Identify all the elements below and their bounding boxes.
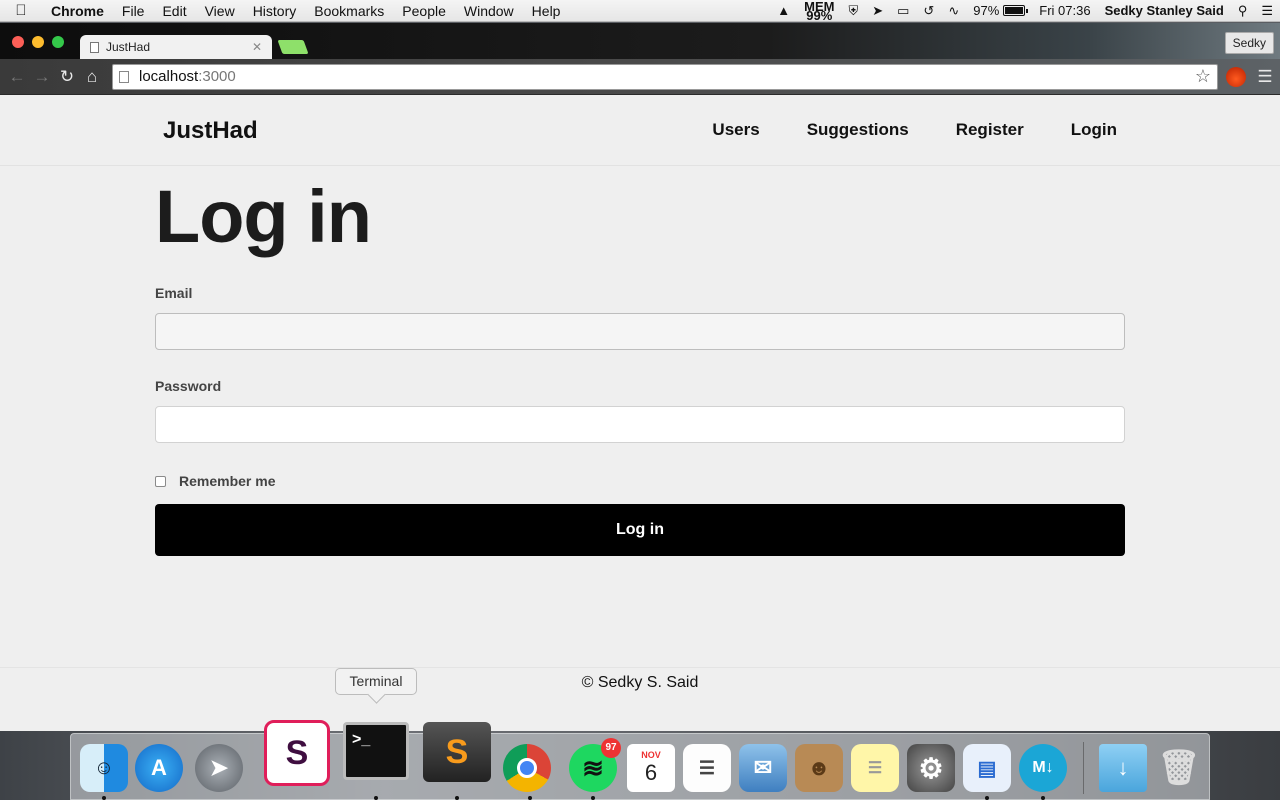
page-title: Log in [155,175,372,258]
url-port: :3000 [198,68,236,85]
slack-icon[interactable]: S [264,720,330,786]
notification-center-icon[interactable]: ☰ [1254,3,1280,19]
menu-edit[interactable]: Edit [153,3,195,19]
sublime-text-icon[interactable]: S [423,722,491,782]
site-brand[interactable]: JustHad [163,117,258,145]
remember-me-checkbox[interactable] [155,475,166,487]
calendar-month: NOV [641,750,661,760]
apple-icon[interactable]:  [0,2,42,19]
launchpad-rocket-icon[interactable]: ➤ [195,744,243,792]
url-host: localhost [139,68,199,85]
app-store-icon[interactable]: A [135,744,183,792]
password-label: Password [155,378,222,394]
site-header: JustHad Users Suggestions Register Login [0,95,1280,166]
minimize-window-button[interactable] [32,36,44,48]
menu-bar:  Chrome File Edit View History Bookmark… [0,0,1280,22]
system-preferences-gear-icon[interactable]: ⚙ [907,744,955,792]
web-page: JustHad Users Suggestions Register Login… [0,95,1280,731]
menu-help[interactable]: Help [523,3,570,19]
forward-arrow-icon[interactable]: → [31,66,53,88]
dock-tooltip: Terminal [335,668,417,695]
site-footer: © Sedky S. Said [0,667,1280,692]
spotify-badge: 97 [601,738,621,758]
running-indicator [102,796,106,800]
nav-login[interactable]: Login [1071,120,1117,140]
menu-file[interactable]: File [113,3,154,19]
markdown-editor-icon[interactable]: M↓ [1019,744,1067,792]
nav-suggestions[interactable]: Suggestions [807,120,909,140]
reload-icon[interactable]: ↻ [56,66,78,88]
downloads-folder-icon[interactable]: ↓ [1099,744,1147,792]
calendar-day: 6 [644,760,658,785]
running-indicator [591,796,595,800]
terminal-icon[interactable]: >_ [343,722,409,780]
battery-status[interactable]: 97% [966,3,1032,18]
trash-icon[interactable]: 🗑 [1155,744,1203,792]
close-window-button[interactable] [12,36,24,48]
calendar-icon[interactable]: NOV 6 [627,744,675,792]
home-icon[interactable]: ⌂ [81,66,103,88]
running-indicator [1041,796,1045,800]
menu-history[interactable]: History [244,3,306,19]
menu-app-name[interactable]: Chrome [42,3,113,19]
back-arrow-icon[interactable]: ← [6,66,28,88]
time-machine-icon[interactable]: ↺ [916,3,941,19]
login-button[interactable]: Log in [155,504,1125,556]
dock: ☺ A ➤ S >_ S ≋ 97 NOV 6 ☰ ✉ ☻ ☰ ⚙ ▤ M↓ ↓… [70,720,1210,800]
browser-toolbar: ← → ↻ ⌂ localhost:3000 ☆ ☰ [0,59,1280,95]
spotlight-search-icon[interactable]: ⚲ [1231,3,1255,19]
title-bar: JustHad ✕ Sedky [0,23,1280,59]
running-indicator [455,796,459,800]
zoom-window-button[interactable] [52,36,64,48]
running-indicator [374,796,378,800]
wifi-icon[interactable]: ∿ [941,3,966,19]
keynote-icon[interactable]: ▤ [963,744,1011,792]
tab-close-icon[interactable]: ✕ [252,40,262,54]
menu-people[interactable]: People [393,3,455,19]
page-icon [119,70,129,83]
password-field[interactable] [155,406,1125,443]
running-indicator [528,796,532,800]
nav-register[interactable]: Register [956,120,1024,140]
shield-icon[interactable]: ⛨ [841,3,865,19]
contacts-icon[interactable]: ☻ [795,744,843,792]
notes-icon[interactable]: ☰ [851,744,899,792]
mail-icon[interactable]: ✉ [739,744,787,792]
battery-percent: 97% [973,3,1000,18]
memory-value: 99% [806,7,833,23]
running-indicator [985,796,989,800]
dock-separator [1083,742,1084,794]
email-label: Email [155,285,193,301]
bookmark-star-icon[interactable]: ☆ [1195,66,1211,87]
page-icon [90,41,99,53]
remember-me-label[interactable]: Remember me [179,473,276,489]
rhino-icon[interactable]: ▲ [770,3,797,18]
clock[interactable]: Fri 07:36 [1032,3,1097,18]
tab-title: JustHad [106,40,151,54]
chrome-icon[interactable] [503,744,551,792]
login-form: Log in Email Password Remember me Log in [155,175,1125,556]
extension-icon[interactable] [1226,66,1246,87]
remember-me-row: Remember me [155,473,1125,489]
battery-icon [1003,5,1029,16]
address-bar[interactable]: localhost:3000 ☆ [112,63,1218,90]
site-nav: Users Suggestions Register Login [665,120,1117,140]
menu-view[interactable]: View [196,3,244,19]
nav-users[interactable]: Users [712,120,759,140]
reminders-icon[interactable]: ☰ [683,744,731,792]
chrome-menu-icon[interactable]: ☰ [1256,67,1274,87]
menu-window[interactable]: Window [455,3,523,19]
user-name[interactable]: Sedky Stanley Said [1098,3,1231,18]
menu-bookmarks[interactable]: Bookmarks [305,3,393,19]
airplay-icon[interactable]: ▭ [890,3,916,19]
new-tab-button[interactable] [277,40,309,54]
browser-tab[interactable]: JustHad ✕ [80,35,272,59]
finder-icon[interactable]: ☺ [80,744,128,792]
email-field[interactable] [155,313,1125,350]
location-arrow-icon[interactable]: ➤ [865,3,890,19]
memory-status[interactable]: MEM 99% [797,0,841,23]
profile-button[interactable]: Sedky [1224,32,1274,54]
